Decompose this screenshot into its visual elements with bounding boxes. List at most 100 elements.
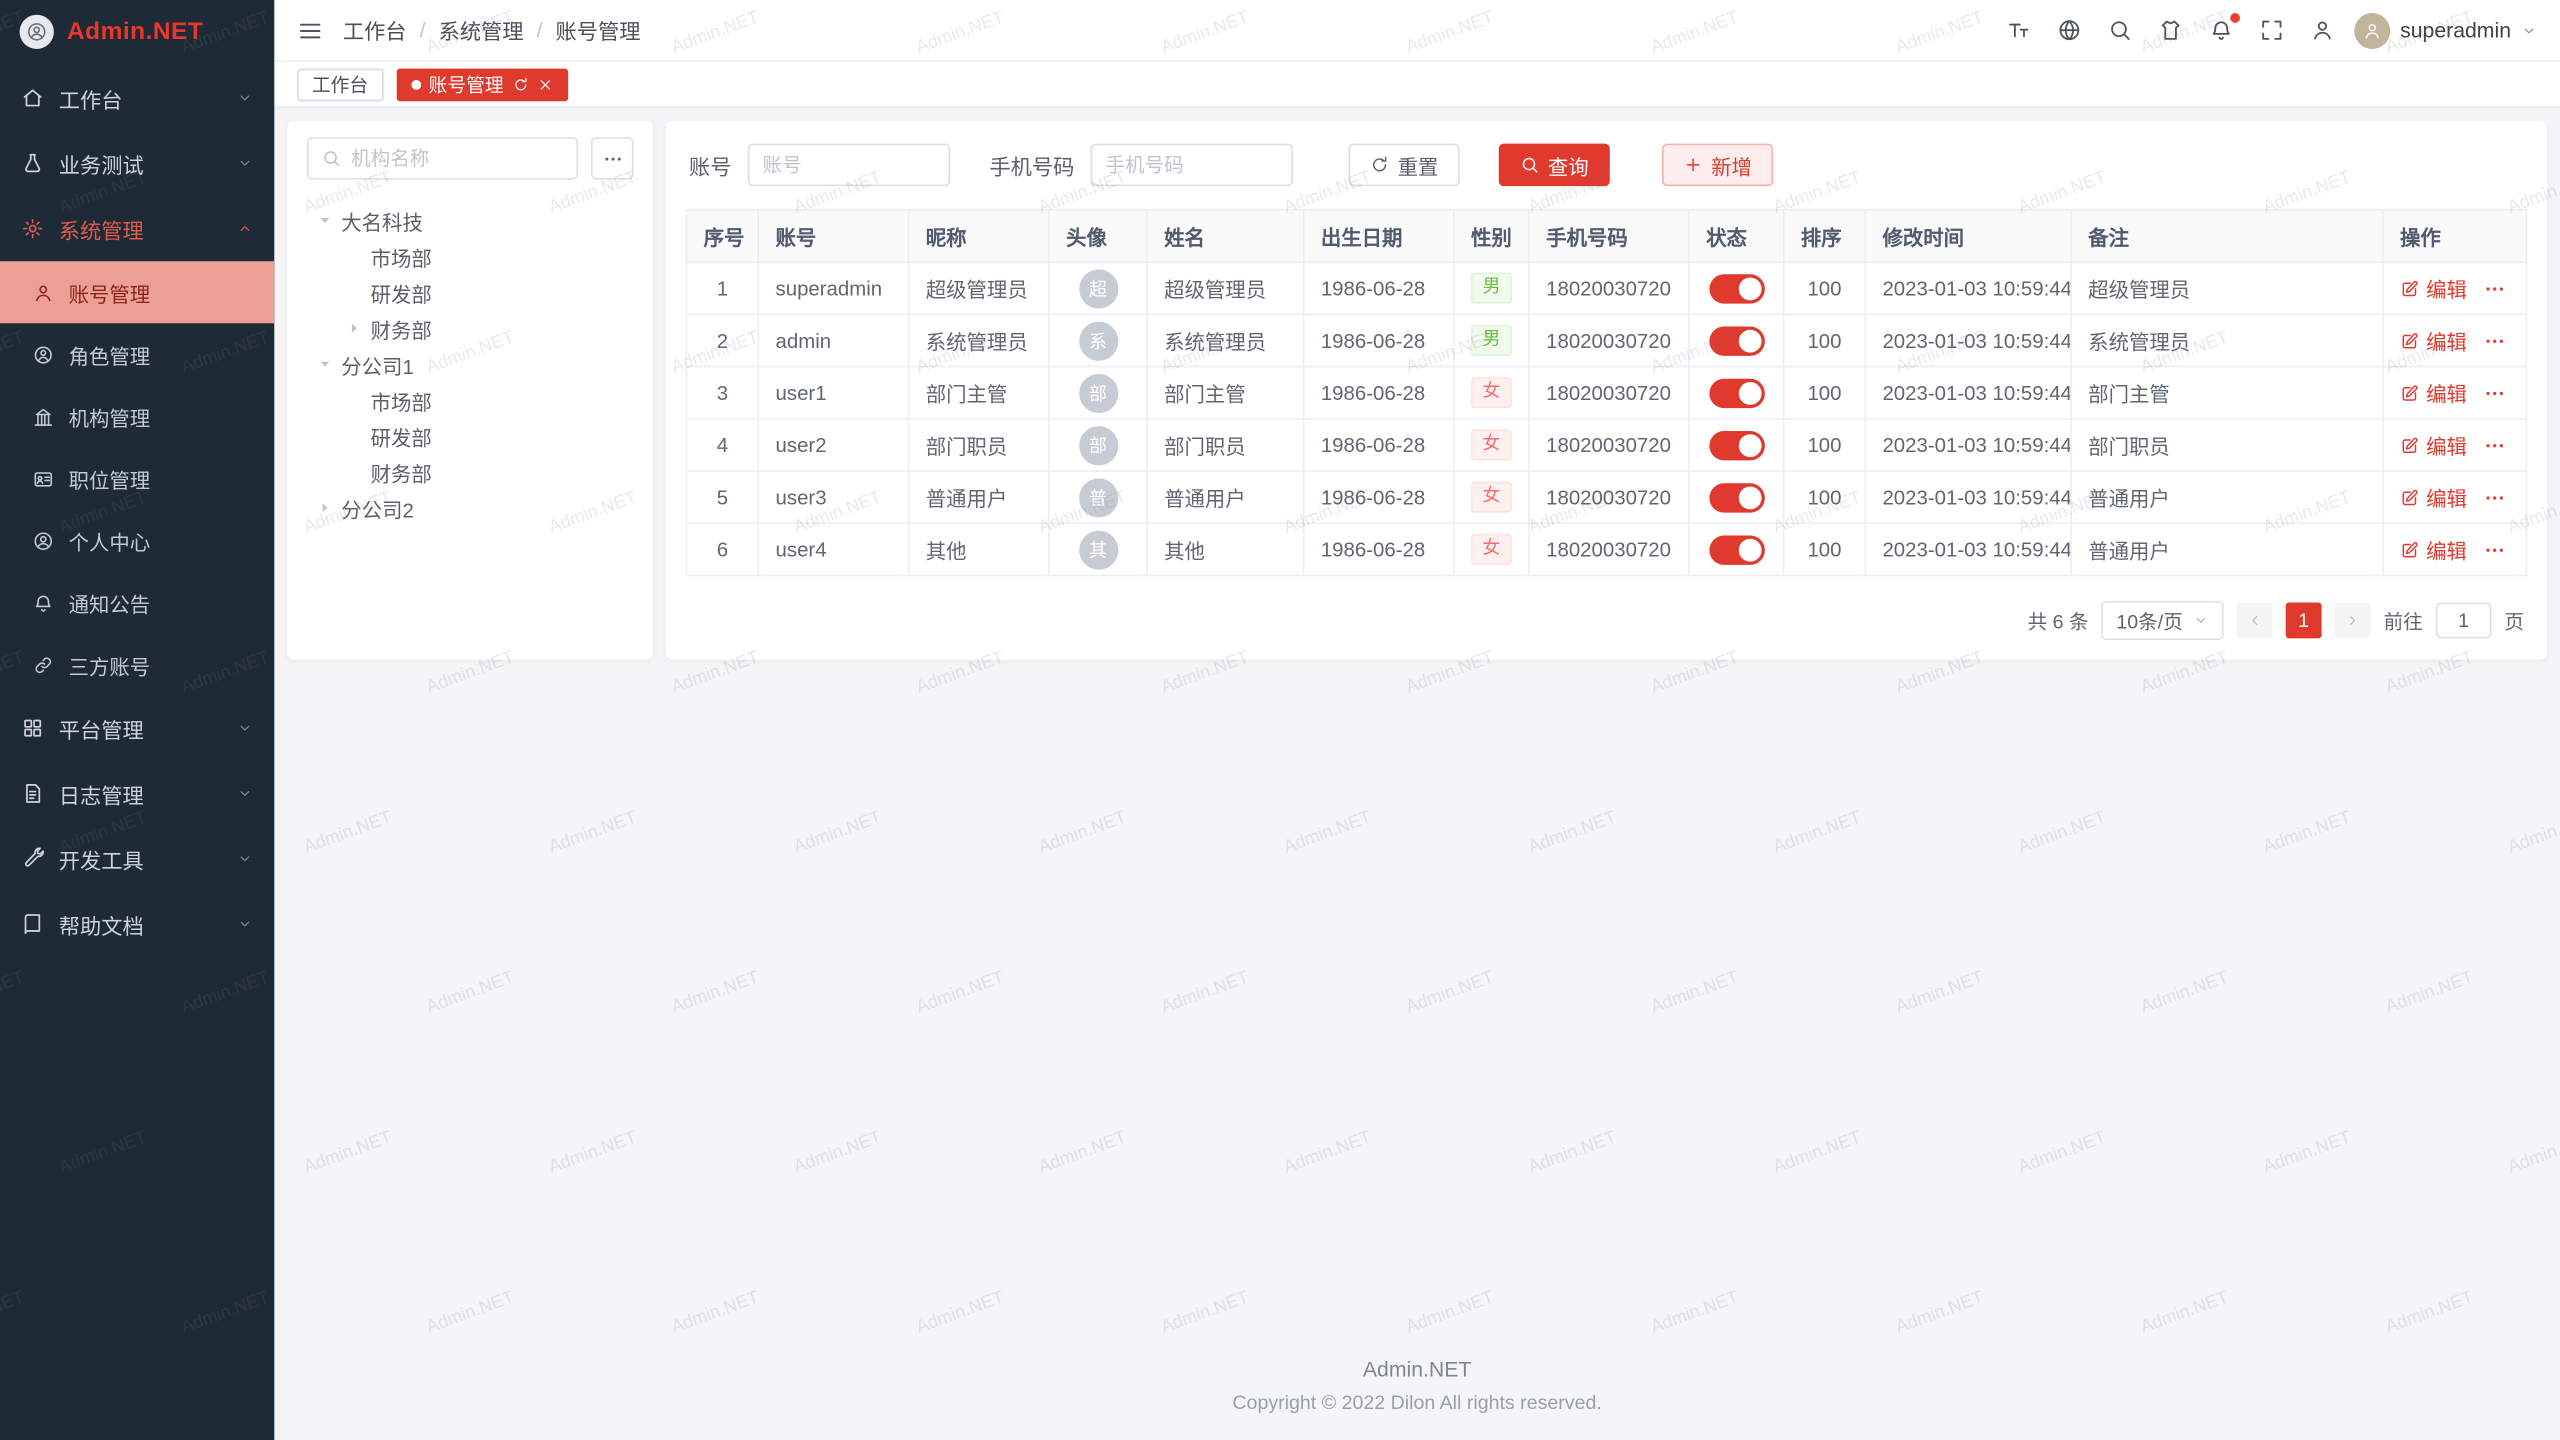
tree-node[interactable]: 研发部: [307, 418, 634, 454]
tree-caret-icon[interactable]: [317, 500, 333, 516]
sidebar-item-account-mgmt[interactable]: 账号管理: [0, 261, 274, 323]
chevron-down-icon: [237, 720, 253, 736]
fullscreen-icon[interactable]: [2260, 18, 2284, 42]
notification-bell-icon[interactable]: [2209, 18, 2233, 42]
tree-caret-icon[interactable]: [317, 356, 333, 372]
table-row: 4user2部门职员部部门职员1986-06-28女18020030720100…: [687, 419, 2527, 471]
column-header: 头像: [1049, 210, 1147, 262]
sidebar-item-org-mgmt[interactable]: 机构管理: [0, 385, 274, 447]
column-header: 性别: [1454, 210, 1529, 262]
search-button[interactable]: 查询: [1499, 144, 1610, 186]
tree-node[interactable]: 市场部: [307, 382, 634, 418]
status-toggle[interactable]: [1709, 326, 1765, 355]
app-root: Admin.NET 工作台业务测试系统管理账号管理角色管理机构管理职位管理个人中…: [0, 0, 2560, 1440]
tree-caret-icon[interactable]: [346, 320, 362, 336]
sidebar-item-post-mgmt[interactable]: 职位管理: [0, 447, 274, 509]
row-more-button[interactable]: [2483, 433, 2506, 456]
tree-node-label: 财务部: [371, 313, 432, 344]
cell-birthdate: 1986-06-28: [1304, 419, 1454, 471]
cell-account: superadmin: [758, 262, 908, 314]
cell-phone: 18020030720: [1529, 262, 1689, 314]
refresh-tab-icon[interactable]: [512, 76, 528, 92]
add-button[interactable]: 新增: [1662, 144, 1773, 186]
footer: Admin.NET Copyright © 2022 Dilon All rig…: [274, 1357, 2560, 1440]
phone-filter-input[interactable]: [1091, 144, 1293, 186]
font-size-icon[interactable]: [2007, 18, 2031, 42]
tree-node[interactable]: 大名科技: [307, 202, 634, 238]
cell-status: [1689, 523, 1784, 575]
row-more-button[interactable]: [2483, 381, 2506, 404]
sidebar-item-dev-tools[interactable]: 开发工具: [0, 826, 274, 891]
cell-nickname: 部门职员: [909, 419, 1049, 471]
cell-avatar: 其: [1049, 523, 1147, 575]
edit-button[interactable]: 编辑: [2400, 482, 2467, 513]
tree-node-label: 市场部: [371, 241, 432, 272]
sidebar-item-platform-mgmt[interactable]: 平台管理: [0, 696, 274, 761]
search-icon[interactable]: [2108, 18, 2132, 42]
edit-button[interactable]: 编辑: [2400, 273, 2467, 304]
sidebar-item-help-docs[interactable]: 帮助文档: [0, 891, 274, 956]
edit-button[interactable]: 编辑: [2400, 377, 2467, 408]
status-toggle[interactable]: [1709, 535, 1765, 564]
cell-account: user3: [758, 471, 908, 523]
edit-label: 编辑: [2426, 377, 2467, 408]
org-search-input[interactable]: [351, 147, 563, 170]
edit-button[interactable]: 编辑: [2400, 325, 2467, 356]
sidebar-item-workbench[interactable]: 工作台: [0, 65, 274, 130]
tree-more-button[interactable]: [591, 137, 633, 179]
topbar-actions: [2007, 18, 2335, 42]
sidebar-item-personal-center[interactable]: 个人中心: [0, 509, 274, 571]
breadcrumb-item[interactable]: 系统管理: [439, 15, 524, 46]
cell-phone: 18020030720: [1529, 314, 1689, 366]
edit-icon: [2400, 435, 2420, 455]
goto-page-input[interactable]: [2436, 602, 2492, 638]
sidebar-item-business-test[interactable]: 业务测试: [0, 131, 274, 196]
tree-node[interactable]: 分公司1: [307, 346, 634, 382]
sidebar-item-log-mgmt[interactable]: 日志管理: [0, 761, 274, 826]
row-more-button[interactable]: [2483, 538, 2506, 561]
sidebar-item-third-party-account[interactable]: 三方账号: [0, 633, 274, 695]
user-menu[interactable]: superadmin: [2354, 12, 2537, 48]
sidebar-item-role-mgmt[interactable]: 角色管理: [0, 323, 274, 385]
globe-icon[interactable]: [2057, 18, 2081, 42]
tree-node[interactable]: 分公司2: [307, 490, 634, 526]
user-icon[interactable]: [2310, 18, 2334, 42]
cell-gender: 男: [1454, 314, 1529, 366]
org-search-field[interactable]: [307, 137, 578, 179]
status-toggle[interactable]: [1709, 273, 1765, 302]
sidebar-item-system-mgmt[interactable]: 系统管理: [0, 196, 274, 261]
page-1-button[interactable]: 1: [2286, 602, 2322, 638]
edit-icon: [2400, 540, 2420, 560]
tree-node[interactable]: 市场部: [307, 238, 634, 274]
app-logo[interactable]: Admin.NET: [0, 0, 274, 62]
account-filter-input[interactable]: [748, 144, 950, 186]
row-more-button[interactable]: [2483, 277, 2506, 300]
cell-account: user1: [758, 367, 908, 419]
tab-account-mgmt[interactable]: 账号管理: [396, 68, 567, 101]
column-header: 出生日期: [1304, 210, 1454, 262]
status-toggle[interactable]: [1709, 378, 1765, 407]
row-more-button[interactable]: [2483, 486, 2506, 509]
prev-page-button[interactable]: [2237, 602, 2273, 638]
page-size-select[interactable]: 10条/页: [2102, 601, 2224, 640]
theme-icon[interactable]: [2158, 18, 2182, 42]
cell-order: 100: [1784, 419, 1866, 471]
close-tab-icon[interactable]: [536, 76, 552, 92]
next-page-button[interactable]: [2335, 602, 2371, 638]
breadcrumb-item[interactable]: 工作台: [343, 15, 407, 46]
status-toggle[interactable]: [1709, 482, 1765, 511]
edit-button[interactable]: 编辑: [2400, 429, 2467, 460]
tree-node[interactable]: 财务部: [307, 310, 634, 346]
status-toggle[interactable]: [1709, 430, 1765, 459]
reset-button[interactable]: 重置: [1349, 144, 1460, 186]
tree-node[interactable]: 财务部: [307, 454, 634, 490]
row-more-button[interactable]: [2483, 329, 2506, 352]
tab-workbench[interactable]: 工作台: [297, 68, 383, 101]
breadcrumb-item[interactable]: 账号管理: [556, 15, 641, 46]
tree-caret-icon[interactable]: [317, 212, 333, 228]
cell-gender: 女: [1454, 523, 1529, 575]
edit-button[interactable]: 编辑: [2400, 534, 2467, 565]
sidebar-item-notice-announcement[interactable]: 通知公告: [0, 571, 274, 633]
tree-node[interactable]: 研发部: [307, 274, 634, 310]
menu-collapse-icon[interactable]: [297, 17, 323, 43]
